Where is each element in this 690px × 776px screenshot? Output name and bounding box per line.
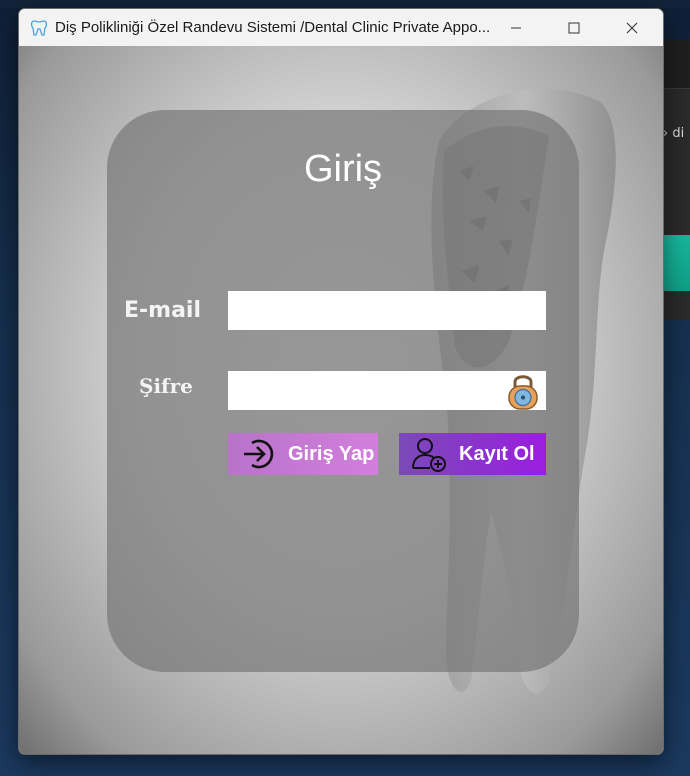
password-label: Şifre (139, 374, 193, 398)
maximize-button[interactable] (545, 9, 603, 46)
title-bar[interactable]: Diş Polikliniği Özel Randevu Sistemi /De… (19, 9, 663, 46)
register-button[interactable]: Kayıt Ol (399, 433, 546, 475)
login-arrow-icon (238, 434, 278, 474)
minimize-button[interactable] (487, 9, 545, 46)
window-title: Diş Polikliniği Özel Randevu Sistemi /De… (55, 19, 491, 36)
close-icon (626, 22, 638, 33)
add-user-icon (409, 434, 449, 474)
register-button-label: Kayıt Ol (459, 442, 535, 465)
minimize-icon (511, 27, 521, 28)
desktop-strip (0, 0, 690, 8)
page-title: Giriş (303, 148, 383, 190)
email-field[interactable] (228, 291, 546, 330)
maximize-icon (568, 22, 580, 33)
login-form-area: Giriş E-mail Şifre Giriş Yap Kayıt Ol (19, 46, 663, 754)
app-window: Diş Polikliniği Özel Randevu Sistemi /De… (18, 8, 664, 755)
close-button[interactable] (603, 9, 661, 46)
password-field[interactable] (228, 371, 546, 410)
padlock-icon[interactable] (505, 371, 541, 411)
login-button[interactable]: Giriş Yap (228, 433, 378, 475)
login-button-label: Giriş Yap (288, 442, 375, 465)
email-label: E-mail (124, 298, 202, 323)
tooth-icon (29, 18, 49, 38)
background-thumbnail (661, 235, 690, 291)
